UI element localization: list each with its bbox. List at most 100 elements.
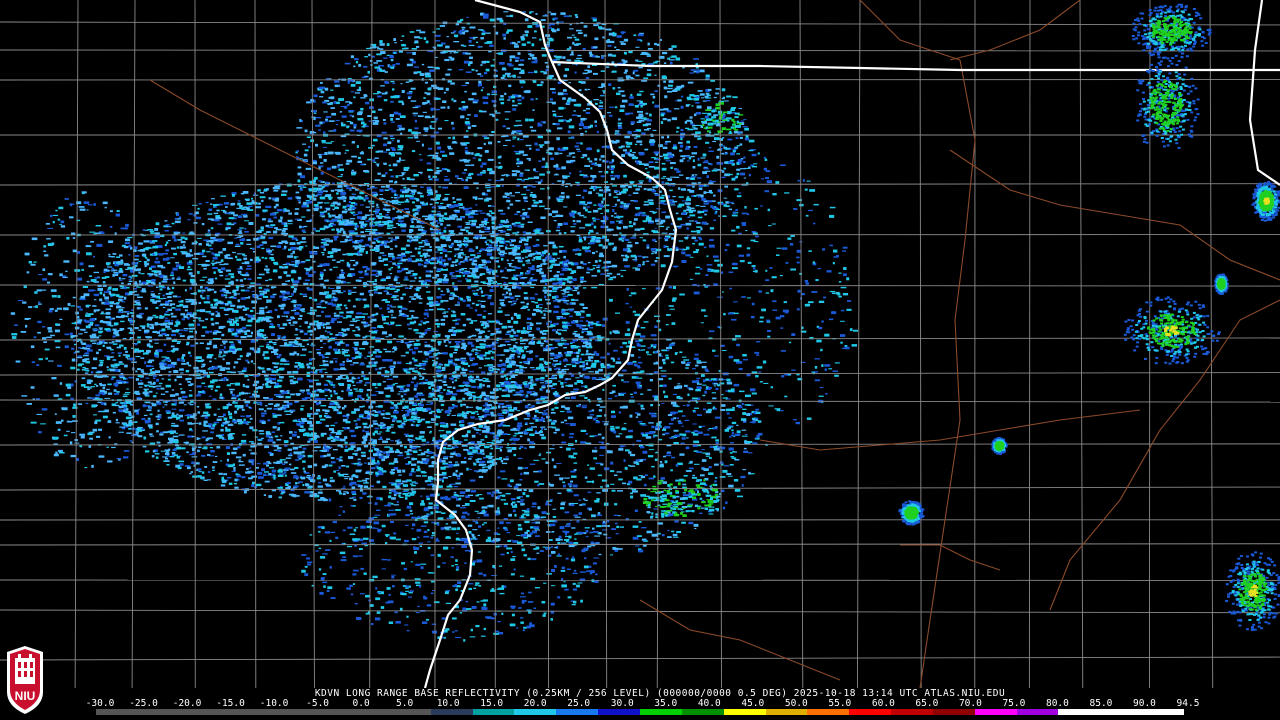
echo-pixel (113, 389, 117, 392)
echo-pixel (307, 454, 313, 458)
echo-pixel (236, 475, 242, 478)
echo-pixel (342, 361, 345, 363)
echo-pixel (386, 378, 393, 380)
echo-pixel (200, 376, 205, 378)
echo-pixel (337, 396, 341, 398)
echo-pixel (446, 336, 450, 339)
echo-pixel (230, 423, 233, 426)
echo-pixel (171, 247, 176, 250)
echo-pixel (377, 292, 382, 295)
echo-pixel (390, 321, 395, 324)
echo-pixel (300, 408, 304, 411)
echo-pixel (187, 416, 190, 419)
echo-pixel (241, 262, 245, 264)
echo-pixel (205, 439, 209, 442)
echo-pixel (564, 365, 567, 368)
echo-pixel (261, 199, 264, 203)
echo-pixel (99, 359, 104, 361)
echo-pixel (188, 351, 191, 355)
echo-pixel (319, 301, 323, 303)
echo-pixel (414, 417, 421, 419)
echo-pixel (506, 247, 513, 250)
echo-pixel (443, 384, 448, 386)
echo-pixel (299, 365, 305, 369)
echo-pixel (509, 296, 515, 300)
echo-pixel (322, 499, 328, 502)
echo-pixel (402, 417, 407, 420)
echo-pixel (242, 253, 246, 256)
echo-pixel (248, 392, 251, 394)
echo-pixel (340, 191, 347, 195)
echo-pixel (375, 244, 380, 248)
echo-pixel (223, 438, 227, 440)
echo-pixel (291, 310, 297, 312)
echo-pixel (488, 369, 494, 372)
echo-pixel (221, 267, 226, 271)
echo-pixel (165, 391, 169, 393)
echo-pixel (261, 256, 264, 259)
echo-pixel (442, 312, 446, 314)
echo-pixel (535, 379, 539, 382)
echo-pixel (461, 411, 465, 414)
echo-pixel (452, 319, 458, 322)
echo-pixel (158, 282, 161, 285)
echo-pixel (293, 345, 299, 347)
echo-pixel (255, 206, 261, 209)
echo-pixel (232, 251, 236, 254)
echo-pixel (209, 367, 214, 370)
echo-pixel (429, 203, 433, 206)
echo-pixel (478, 424, 484, 428)
echo-pixel (374, 361, 377, 364)
echo-pixel (436, 296, 442, 299)
echo-pixel (165, 317, 168, 319)
echo-pixel (227, 257, 234, 260)
echo-pixel (313, 440, 318, 443)
echo-pixel (544, 308, 548, 310)
echo-pixel (189, 231, 194, 235)
echo-pixel (259, 238, 266, 240)
echo-pixel (265, 405, 268, 407)
echo-pixel (369, 316, 375, 318)
echo-pixel (574, 330, 578, 332)
echo-pixel (257, 471, 263, 475)
echo-pixel (86, 349, 93, 352)
echo-pixel (171, 422, 176, 424)
echo-pixel (540, 426, 546, 428)
echo-pixel (151, 455, 155, 458)
echo-pixel (495, 322, 500, 324)
echo-pixel (500, 460, 504, 463)
echo-pixel (381, 374, 385, 377)
echo-pixel (395, 276, 398, 278)
echo-pixel (421, 458, 427, 461)
echo-pixel (149, 433, 153, 436)
echo-pixel (230, 383, 235, 385)
echo-pixel (207, 229, 211, 232)
echo-pixel (283, 405, 288, 408)
echo-pixel (495, 329, 499, 331)
echo-pixel (251, 200, 255, 203)
echo-pixel (322, 326, 325, 329)
echo-pixel (266, 231, 271, 233)
echo-pixel (149, 413, 153, 416)
echo-pixel (212, 331, 217, 335)
echo-pixel (316, 409, 320, 412)
echo-pixel (191, 435, 195, 438)
echo-pixel (235, 285, 240, 289)
echo-pixel (516, 329, 521, 333)
echo-pixel (188, 213, 193, 215)
echo-pixel (319, 418, 326, 421)
echo-pixel (155, 456, 159, 459)
echo-pixel (409, 296, 414, 298)
echo-pixel (196, 437, 199, 440)
echo-pixel (197, 289, 201, 293)
echo-pixel (451, 393, 458, 396)
echo-pixel (505, 333, 511, 335)
echo-pixel (260, 320, 263, 322)
echo-pixel (314, 412, 319, 415)
echo-pixel (483, 326, 487, 329)
echo-pixel (155, 422, 159, 426)
echo-pixel (476, 441, 483, 443)
echo-pixel (446, 290, 450, 293)
echo-pixel (391, 296, 397, 299)
echo-pixel (299, 261, 305, 264)
